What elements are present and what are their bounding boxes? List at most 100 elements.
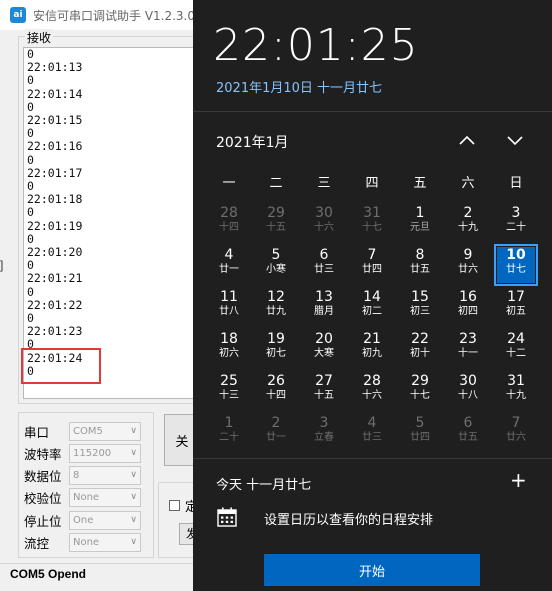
setting-select[interactable]: None ∨ — [69, 488, 141, 508]
current-date-link[interactable]: 2021年1月10日 十一月廿七 — [216, 77, 382, 96]
app-logo-icon: ai — [10, 7, 26, 23]
day-cell[interactable]: 23 十一 — [446, 328, 490, 370]
day-cell[interactable]: 31 十九 — [494, 370, 538, 412]
day-cell[interactable]: 6 廿三 — [302, 244, 346, 286]
lunar-date: 初六 — [219, 348, 239, 359]
lunar-date: 廿四 — [410, 432, 430, 443]
current-time: 22:01:25 — [213, 20, 419, 71]
day-cell[interactable]: 13 腊月 — [302, 286, 346, 328]
day-cell[interactable]: 1 二十 — [207, 412, 251, 454]
day-cell[interactable]: 24 十二 — [494, 328, 538, 370]
serial-assistant-window: ai 安信可串口调试助手 V1.2.3.0 ] 接收 0 22:01:13 0 22:… — [0, 0, 201, 591]
day-cell[interactable]: 5 廿四 — [398, 412, 442, 454]
day-cell[interactable]: 7 廿四 — [350, 244, 394, 286]
day-number: 15 — [411, 289, 429, 305]
lunar-date: 十八 — [458, 390, 478, 401]
weekday-label: 二 — [269, 176, 283, 191]
setting-row: 流控 None ∨ — [24, 533, 141, 553]
day-cell[interactable]: 14 初二 — [350, 286, 394, 328]
lunar-date: 二十 — [506, 222, 526, 233]
day-cell[interactable]: 28 十六 — [350, 370, 394, 412]
day-cell[interactable]: 16 初四 — [446, 286, 490, 328]
day-cell[interactable]: 8 廿五 — [398, 244, 442, 286]
clipped-edge-glyph: ] — [0, 258, 4, 272]
setting-label: 校验位 — [24, 491, 62, 507]
day-cell[interactable]: 28 十四 — [207, 202, 251, 244]
setting-value: None — [73, 492, 100, 504]
start-button[interactable]: 开始 — [264, 554, 480, 586]
setting-value: COM5 — [73, 425, 103, 437]
day-cell-today[interactable]: 10 廿七 — [494, 244, 538, 286]
day-number: 30 — [459, 373, 477, 389]
day-cell[interactable]: 18 初六 — [207, 328, 251, 370]
day-cell[interactable]: 4 廿一 — [207, 244, 251, 286]
day-number: 8 — [415, 247, 425, 263]
lunar-date: 廿五 — [410, 264, 430, 275]
day-cell[interactable]: 15 初三 — [398, 286, 442, 328]
weekday-label: 五 — [413, 176, 427, 191]
day-cell[interactable]: 29 十七 — [398, 370, 442, 412]
chevron-down-icon[interactable] — [503, 128, 527, 152]
setting-select[interactable]: One ∨ — [69, 510, 141, 530]
log-line: 22:01:17 — [27, 165, 83, 180]
lunar-date: 廿四 — [362, 264, 382, 275]
day-cell[interactable]: 30 十六 — [302, 202, 346, 244]
day-cell[interactable]: 4 廿三 — [350, 412, 394, 454]
day-cell[interactable]: 19 初七 — [254, 328, 298, 370]
setting-select[interactable]: COM5 ∨ — [69, 421, 141, 441]
lunar-date: 廿六 — [506, 432, 526, 443]
day-number: 22 — [411, 331, 429, 347]
day-cell[interactable]: 29 十五 — [254, 202, 298, 244]
day-cell[interactable]: 6 廿五 — [446, 412, 490, 454]
lunar-date: 廿一 — [219, 264, 239, 275]
day-number: 16 — [459, 289, 477, 305]
month-year-label[interactable]: 2021年1月 — [216, 132, 289, 152]
day-cell[interactable]: 22 初十 — [398, 328, 442, 370]
day-number: 3 — [319, 415, 329, 431]
day-cell[interactable]: 21 初九 — [350, 328, 394, 370]
setting-select[interactable]: 115200 ∨ — [69, 443, 141, 463]
calendar-icon — [217, 507, 237, 527]
lunar-date: 大寒 — [314, 348, 334, 359]
day-cell[interactable]: 3 二十 — [494, 202, 538, 244]
day-cell[interactable]: 2 十九 — [446, 202, 490, 244]
receive-textarea[interactable]: 0 22:01:13 0 22:01:14 0 22:01:15 0 22:01:16 0 22:… — [23, 47, 201, 399]
setting-select[interactable]: None ∨ — [69, 533, 141, 552]
setting-value: None — [73, 537, 100, 548]
lunar-date: 初十 — [410, 348, 430, 359]
day-cell[interactable]: 26 十四 — [254, 370, 298, 412]
lunar-date: 十四 — [219, 222, 239, 233]
day-cell[interactable]: 2 廿一 — [254, 412, 298, 454]
app-titlebar[interactable]: ai 安信可串口调试助手 V1.2.3.0 — [0, 0, 200, 30]
day-cell[interactable]: 7 廿六 — [494, 412, 538, 454]
lunar-date: 小寒 — [266, 264, 286, 275]
add-event-button[interactable]: + — [510, 470, 527, 490]
day-cell[interactable]: 20 大寒 — [302, 328, 346, 370]
day-cell[interactable]: 9 廿六 — [446, 244, 490, 286]
timed-send-checkbox[interactable] — [169, 500, 180, 511]
agenda-setup-hint[interactable]: 设置日历以查看你的日程安排 — [264, 509, 433, 528]
lunar-date: 十五 — [314, 390, 334, 401]
day-cell[interactable]: 17 初五 — [494, 286, 538, 328]
day-number: 31 — [507, 373, 525, 389]
day-cell[interactable]: 3 立春 — [302, 412, 346, 454]
setting-value: 8 — [73, 470, 80, 482]
setting-row: 波特率 115200 ∨ — [24, 443, 141, 463]
day-cell[interactable]: 12 廿九 — [254, 286, 298, 328]
setting-select[interactable]: 8 ∨ — [69, 466, 141, 486]
day-cell[interactable]: 30 十八 — [446, 370, 490, 412]
day-cell[interactable]: 31 十七 — [350, 202, 394, 244]
day-cell[interactable]: 11 廿八 — [207, 286, 251, 328]
agenda-divider — [193, 458, 552, 459]
day-cell[interactable]: 25 十三 — [207, 370, 251, 412]
day-cell[interactable]: 1 元旦 — [398, 202, 442, 244]
log-line: 22:01:13 — [27, 60, 83, 75]
chevron-up-icon[interactable] — [455, 128, 479, 152]
chevron-down-icon: ∨ — [130, 537, 137, 547]
lunar-date: 元旦 — [410, 222, 430, 233]
day-cell[interactable]: 27 十五 — [302, 370, 346, 412]
day-number: 6 — [463, 415, 473, 431]
lunar-date: 廿八 — [219, 306, 239, 317]
lunar-date: 初三 — [410, 306, 430, 317]
day-cell[interactable]: 5 小寒 — [254, 244, 298, 286]
